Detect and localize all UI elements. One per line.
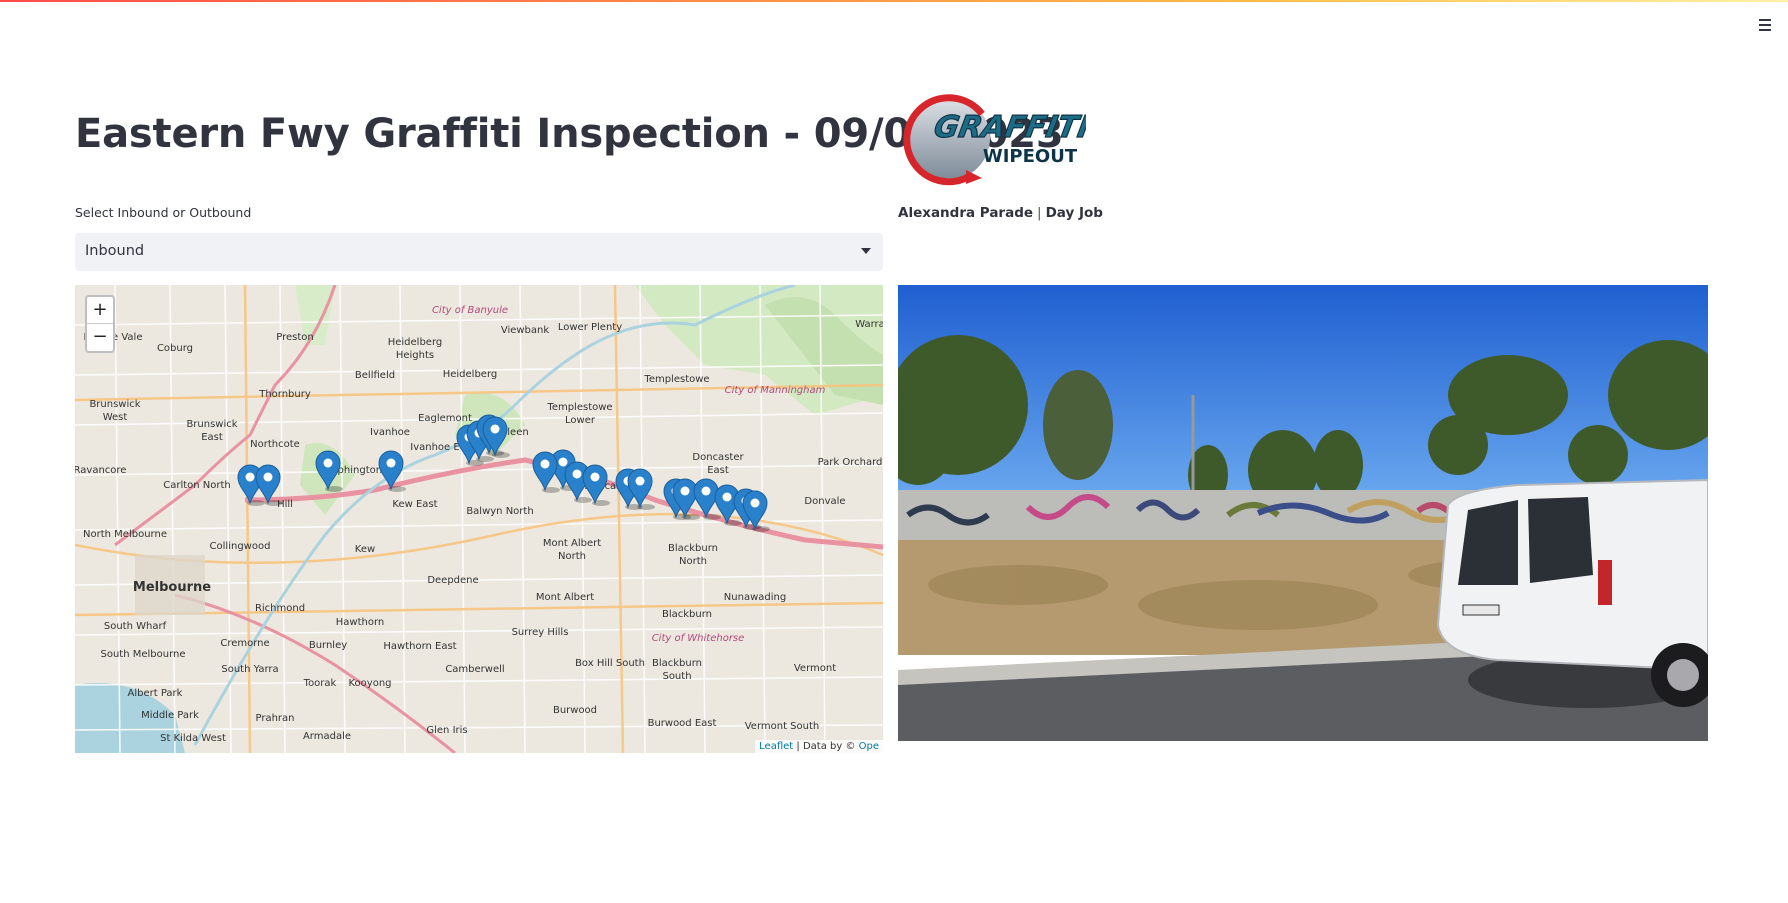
caption-separator: |: [1037, 205, 1042, 221]
map-marker-icon[interactable]: [378, 450, 406, 492]
hamburger-menu-icon[interactable]: [1754, 16, 1776, 34]
attribution-text: | Data by ©: [793, 741, 859, 752]
marker-layer: [237, 414, 770, 532]
map-marker-icon[interactable]: [627, 468, 655, 510]
zoom-in-button[interactable]: +: [87, 297, 113, 324]
job-name: Day Job: [1045, 205, 1103, 221]
map[interactable]: PrestonCoburgPascoe Vale HeidelbergHeigh…: [75, 285, 883, 753]
inspection-photo: [898, 285, 1708, 741]
direction-select-label: Select Inbound or Outbound: [75, 205, 252, 220]
osm-link[interactable]: Ope: [859, 741, 879, 752]
top-decoration-bar: [0, 0, 1788, 2]
location-caption: Alexandra Parade | Day Job: [898, 205, 1103, 221]
svg-text:GRAFFITI: GRAFFITI: [931, 110, 1086, 145]
map-marker-icon[interactable]: [315, 450, 343, 492]
chevron-down-icon[interactable]: [861, 248, 871, 254]
zoom-control: + −: [85, 295, 115, 353]
svg-text:WIPEOUT: WIPEOUT: [983, 146, 1078, 167]
map-marker-icon[interactable]: [255, 464, 283, 506]
zoom-out-button[interactable]: −: [87, 324, 113, 351]
location-name: Alexandra Parade: [898, 205, 1034, 221]
map-attribution: Leaflet | Data by © Ope: [755, 740, 883, 753]
direction-select-value: Inbound: [85, 243, 145, 259]
direction-select[interactable]: Inbound: [75, 233, 883, 271]
graffiti-wipeout-logo: GRAFFITI WIPEOUT: [900, 92, 1093, 188]
leaflet-link[interactable]: Leaflet: [759, 741, 793, 752]
